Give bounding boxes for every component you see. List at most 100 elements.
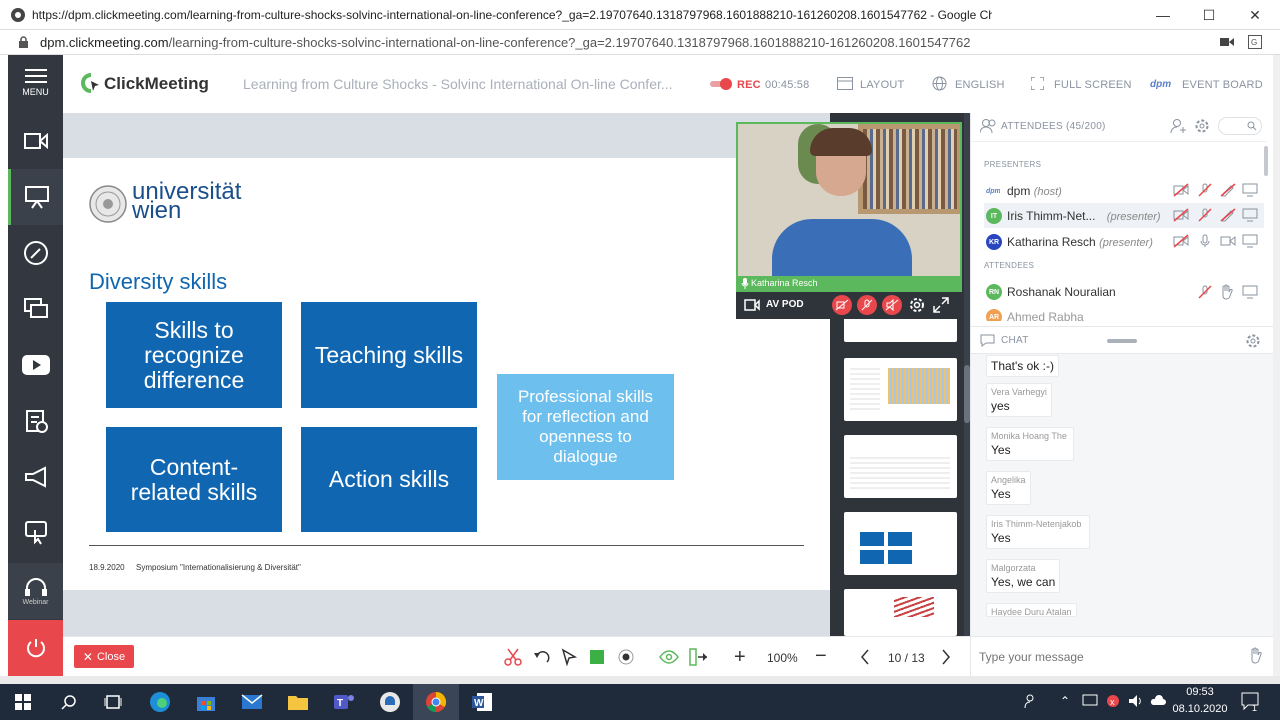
chat-settings-gear-icon[interactable] <box>1245 333 1261 349</box>
video-feed[interactable]: Katharina Resch <box>736 122 962 292</box>
avatar: RN <box>986 284 1002 300</box>
add-user-icon[interactable] <box>1170 118 1188 134</box>
screen-icon[interactable] <box>1242 208 1258 222</box>
clock-date[interactable]: 08.10.2020 <box>1172 703 1228 715</box>
mic-off-icon[interactable] <box>1198 208 1212 222</box>
color-picker-swatch[interactable] <box>590 650 604 664</box>
attendees-scrollbar[interactable] <box>1264 146 1268 176</box>
presenters-label: PRESENTERS <box>984 160 1042 169</box>
task-view-icon[interactable] <box>90 684 136 720</box>
webinar-button[interactable]: Webinar <box>8 563 63 619</box>
globe-icon <box>932 76 947 91</box>
polls-button[interactable] <box>8 393 63 449</box>
minimize-icon[interactable]: — <box>1140 0 1186 30</box>
search-taskbar-icon[interactable] <box>46 684 92 720</box>
av-settings-gear-icon[interactable] <box>908 296 926 314</box>
start-button[interactable] <box>0 684 46 720</box>
file-explorer-icon[interactable] <box>275 684 321 720</box>
youtube-button[interactable] <box>8 337 63 393</box>
chrome-taskbar-icon[interactable] <box>413 684 459 720</box>
fullscreen-button[interactable]: FULL SCREEN <box>1054 79 1132 91</box>
slide-thumbnail[interactable] <box>844 435 957 498</box>
video-tool-button[interactable] <box>8 113 63 169</box>
speaker-off-button[interactable] <box>882 295 902 315</box>
page-scrollbar[interactable] <box>1273 55 1280 676</box>
slide-thumbnail[interactable] <box>844 316 957 342</box>
exit-sync-icon[interactable] <box>689 648 709 666</box>
teams-icon[interactable]: T <box>321 684 367 720</box>
raise-hand-icon[interactable] <box>1220 284 1234 300</box>
slide-thumbnail[interactable] <box>844 358 957 421</box>
notification-count: 1 <box>1252 703 1258 713</box>
menu-button[interactable]: MENU <box>8 55 63 110</box>
screen-icon[interactable] <box>1242 285 1258 299</box>
camera-off-icon[interactable] <box>1173 234 1189 248</box>
clear-drawing-icon[interactable] <box>503 647 523 667</box>
chat-resize-handle[interactable] <box>1107 339 1137 343</box>
megaphone-icon <box>23 466 49 488</box>
word-icon[interactable]: W <box>459 684 505 720</box>
university-seal-icon <box>88 184 128 224</box>
chat-message-input[interactable] <box>979 647 1239 667</box>
camera-indicator-icon[interactable] <box>1220 37 1234 47</box>
camera-off-icon[interactable] <box>1173 183 1189 197</box>
zoom-out-button[interactable]: − <box>815 645 827 668</box>
store-icon[interactable] <box>183 684 229 720</box>
drawing-off-icon[interactable] <box>1220 208 1236 222</box>
rec-toggle[interactable] <box>710 78 734 90</box>
whiteboard-tool-button[interactable] <box>8 225 63 281</box>
drawing-off-icon[interactable] <box>1220 183 1236 197</box>
interaction-button[interactable] <box>8 505 63 561</box>
camera-off-button[interactable] <box>832 295 852 315</box>
edge-icon[interactable] <box>137 684 183 720</box>
browser-title-bar: https://dpm.clickmeeting.com/learning-fr… <box>0 0 1280 30</box>
slide-thumbnail[interactable] <box>844 512 957 575</box>
camera-off-icon[interactable] <box>1173 208 1189 222</box>
layout-button[interactable]: LAYOUT <box>860 79 904 91</box>
url-text[interactable]: dpm.clickmeeting.com/learning-from-cultu… <box>40 35 971 50</box>
tray-chevron-icon[interactable]: ⌃ <box>1060 694 1070 708</box>
skills-box-action: Action skills <box>301 427 477 532</box>
language-button[interactable]: ENGLISH <box>955 79 1005 91</box>
network-icon[interactable] <box>1082 694 1098 708</box>
people-icon[interactable] <box>1024 693 1040 709</box>
visibility-eye-icon[interactable] <box>659 649 679 665</box>
mic-off-icon[interactable] <box>1198 183 1212 197</box>
clock-time[interactable]: 09:53 <box>1172 686 1228 698</box>
screen-share-button[interactable] <box>8 281 63 337</box>
translate-icon[interactable]: G <box>1248 35 1262 49</box>
expand-icon[interactable] <box>933 297 949 313</box>
rec-label: REC <box>737 79 761 91</box>
close-presentation-button[interactable]: ✕ Close <box>74 645 134 668</box>
attendee-search-input[interactable] <box>1218 117 1262 135</box>
address-bar[interactable]: dpm.clickmeeting.com/learning-from-cultu… <box>0 30 1280 55</box>
previous-slide-icon[interactable] <box>860 649 870 665</box>
attendees-settings-gear-icon[interactable] <box>1194 118 1210 134</box>
mic-off-icon[interactable] <box>1198 285 1212 299</box>
next-slide-icon[interactable] <box>941 649 951 665</box>
pointer-icon[interactable] <box>561 648 577 666</box>
zoom-in-button[interactable]: + <box>734 646 746 669</box>
maximize-icon[interactable]: ☐ <box>1186 0 1232 30</box>
cta-button[interactable] <box>8 449 63 505</box>
undo-icon[interactable] <box>533 648 551 666</box>
volume-icon[interactable] <box>1128 694 1144 708</box>
raise-hand-icon[interactable] <box>1249 647 1263 665</box>
screen-icon[interactable] <box>1242 183 1258 197</box>
slide-thumbnail[interactable] <box>844 589 957 636</box>
mic-on-icon[interactable] <box>1198 234 1212 248</box>
mail-icon[interactable] <box>229 684 275 720</box>
presentation-tool-button[interactable] <box>8 169 63 225</box>
end-session-button[interactable] <box>8 620 63 676</box>
brush-size-icon[interactable] <box>618 649 634 665</box>
attendee-row-partial[interactable]: AR Ahmed Rabha <box>971 305 1267 321</box>
mic-off-button[interactable] <box>857 295 877 315</box>
camera-on-icon[interactable] <box>1220 234 1236 248</box>
onedrive-icon[interactable] <box>1150 694 1166 708</box>
dropbox-icon[interactable]: x <box>1106 694 1120 708</box>
screen-icon[interactable] <box>1242 234 1258 248</box>
close-window-icon[interactable]: ✕ <box>1232 0 1278 30</box>
event-board-button[interactable]: EVENT BOARD <box>1182 79 1263 91</box>
presentation-slide: universität wien Diversity skills Skills… <box>63 158 830 590</box>
messaging-app-icon[interactable] <box>367 684 413 720</box>
